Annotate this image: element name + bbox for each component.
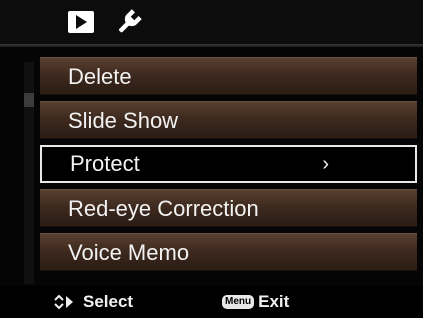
menu-item-protect[interactable]: Protect › <box>40 145 417 183</box>
tab-setup[interactable] <box>112 6 146 38</box>
menu-list: Delete Slide Show Protect › Red-eye Corr… <box>40 57 417 277</box>
select-label: Select <box>83 292 134 311</box>
menu-item-label: Delete <box>68 64 132 89</box>
camera-menu-screen: Delete Slide Show Protect › Red-eye Corr… <box>0 0 423 318</box>
menu-item-label: Red-eye Correction <box>68 196 259 221</box>
scrollbar-thumb[interactable] <box>24 93 34 107</box>
menu-button-icon: Menu <box>222 295 255 309</box>
playback-icon <box>68 11 94 33</box>
select-hint: Select <box>52 292 133 312</box>
right-arrow-icon <box>66 296 73 308</box>
menu-item-red-eye-correction[interactable]: Red-eye Correction <box>40 189 417 227</box>
tab-divider <box>0 44 423 47</box>
menu-item-label: Voice Memo <box>68 240 190 265</box>
tab-bar <box>0 0 423 44</box>
chevron-right-icon: › <box>322 153 329 175</box>
button-guide-bar: Select Menu Exit <box>0 286 423 318</box>
menu-item-slide-show[interactable]: Slide Show <box>40 101 417 139</box>
exit-label: Exit <box>258 292 290 311</box>
menu-item-label: Slide Show <box>68 108 179 133</box>
menu-item-label: Protect <box>70 151 140 176</box>
menu-item-voice-memo[interactable]: Voice Memo <box>40 233 417 271</box>
wrench-icon <box>119 9 142 33</box>
updown-arrows-icon <box>54 294 64 310</box>
menu-item-delete[interactable]: Delete <box>40 57 417 95</box>
exit-hint: Menu Exit <box>222 292 289 312</box>
tab-playback[interactable] <box>64 6 98 38</box>
